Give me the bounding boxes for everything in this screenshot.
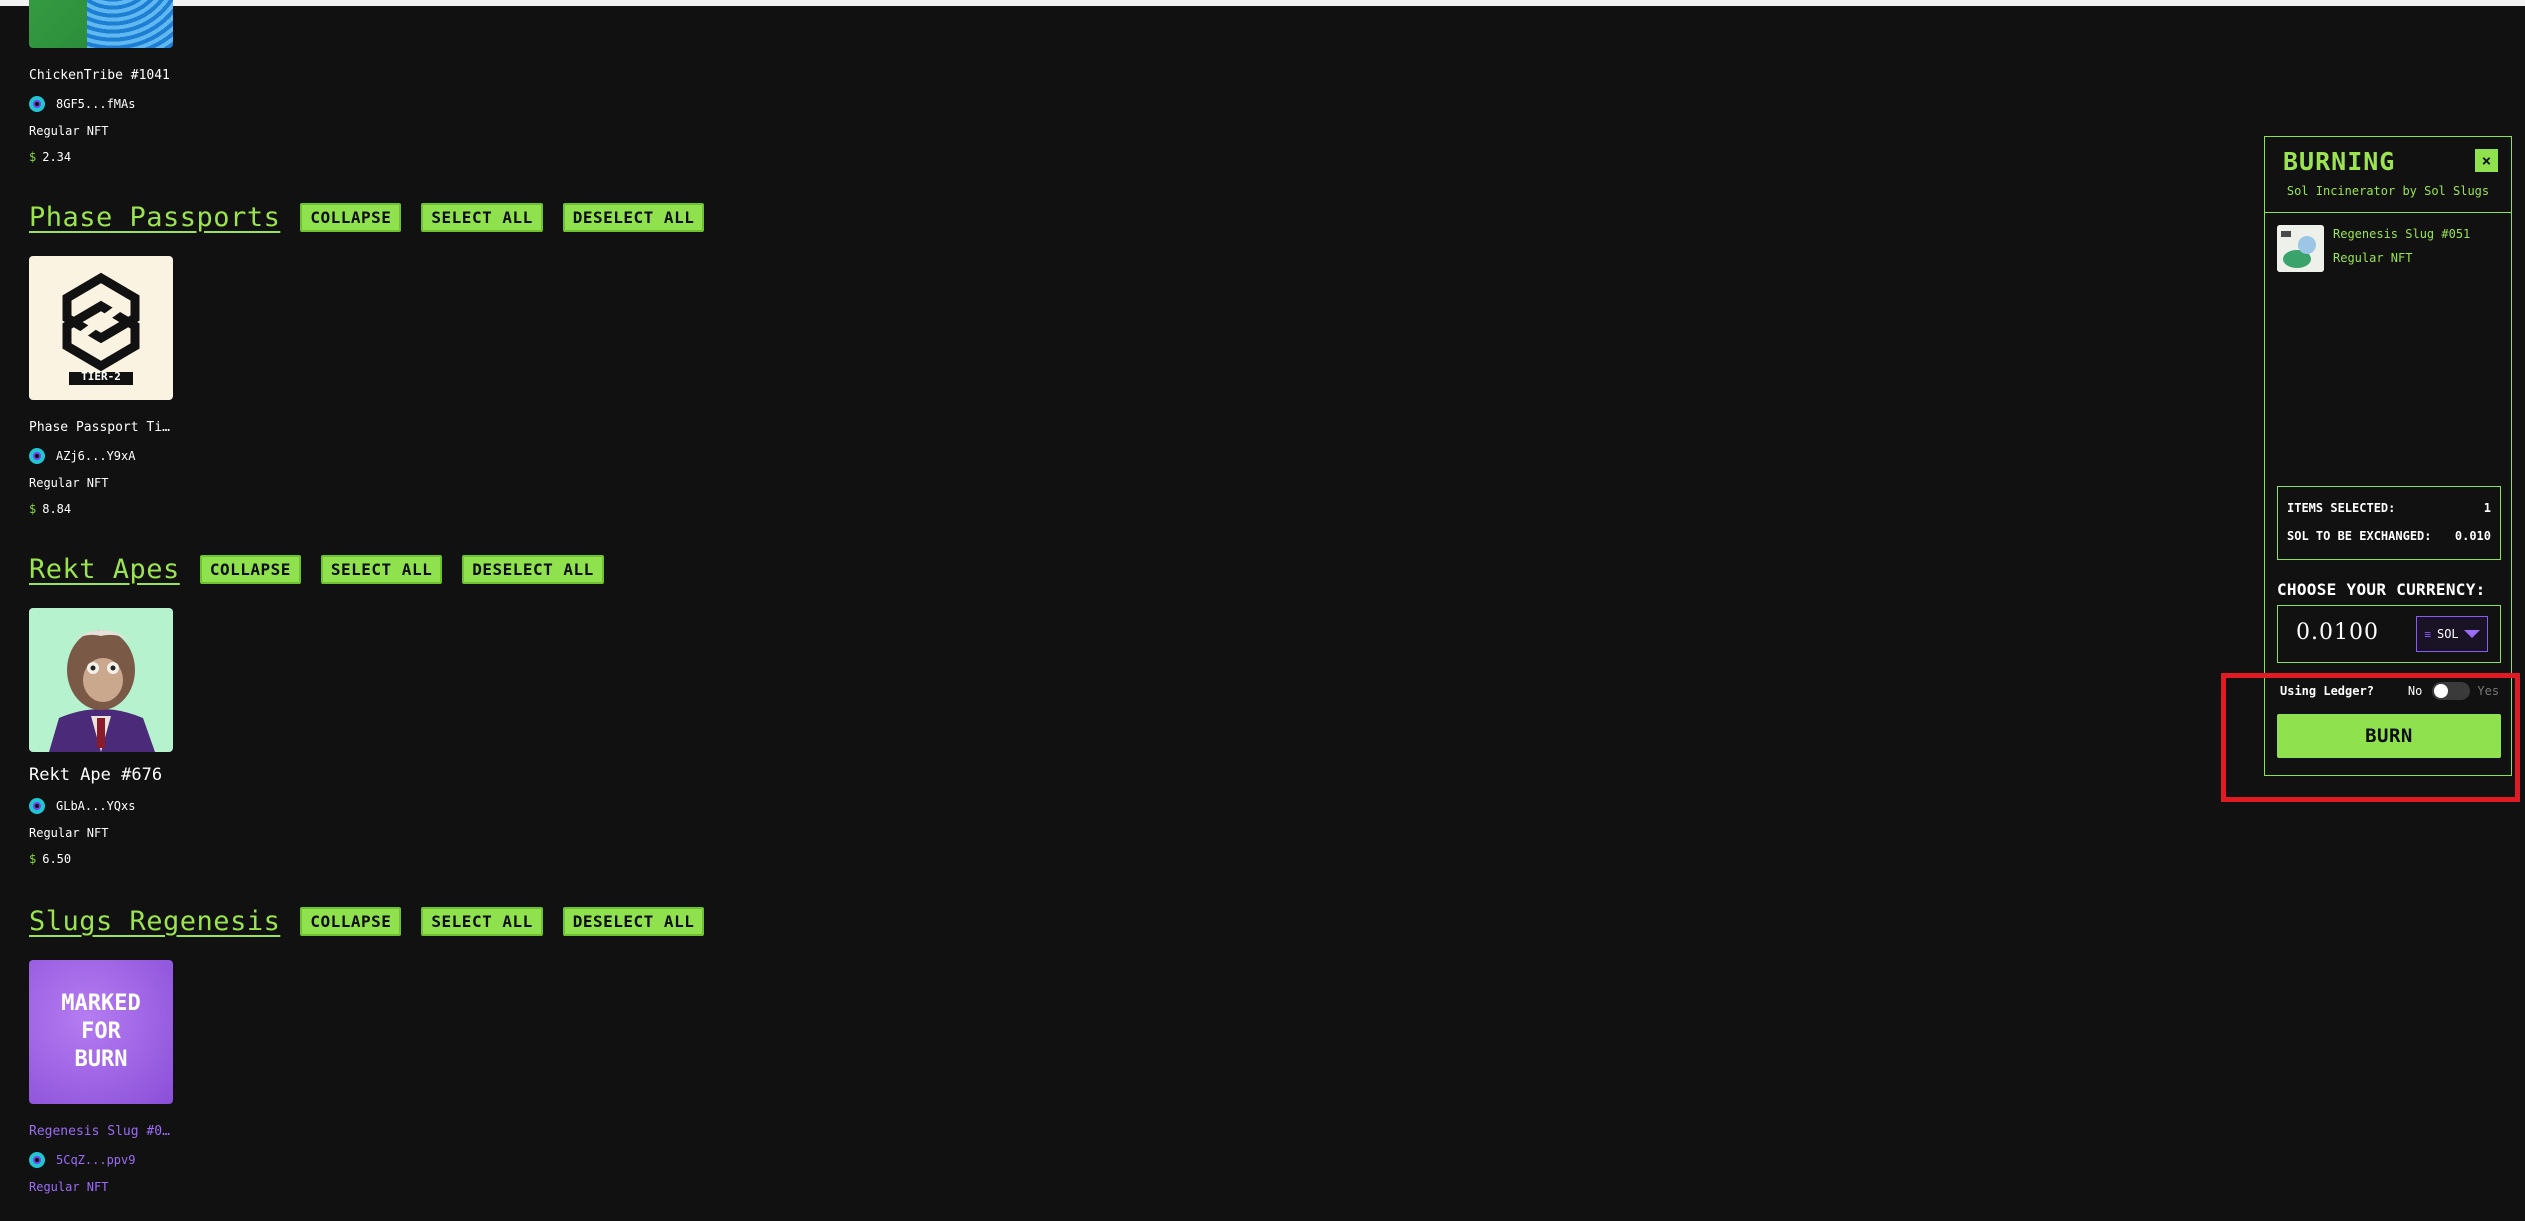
nft-address[interactable]: GLbA...YQxs (29, 798, 175, 814)
nft-card-phase-passport[interactable]: TIER-2 Phase Passport Tier… AZj6...Y9xA … (29, 256, 175, 516)
sol-amount: 0.0100 (2296, 620, 2379, 645)
nft-name: Regenesis Slug #051 (29, 1124, 175, 1139)
dollar-icon: $ (29, 150, 37, 164)
nft-price: $8.84 (29, 502, 175, 516)
collection-title[interactable]: Phase Passports (29, 202, 280, 233)
nft-type: Regular NFT (29, 476, 109, 490)
nft-address[interactable]: 8GF5...fMAs (29, 96, 175, 112)
selected-item-type: Regular NFT (2333, 251, 2413, 265)
selected-item-name: Regenesis Slug #051 (2333, 227, 2471, 241)
items-selected-value: 1 (2483, 501, 2491, 515)
deselect-all-button[interactable]: DESELECT ALL (562, 203, 705, 232)
nft-name: Phase Passport Tier… (29, 420, 175, 435)
collection-title[interactable]: Slugs Regenesis (29, 906, 280, 937)
nft-price: $2.34 (29, 150, 175, 164)
marked-line-3: BURN (74, 1047, 128, 1072)
currency-select[interactable]: ≡ SOL (2416, 616, 2488, 652)
deselect-all-button[interactable]: DESELECT ALL (462, 555, 604, 584)
browser-top-edge (0, 0, 2525, 6)
collapse-button[interactable]: COLLAPSE (199, 555, 301, 584)
panel-header: BURNING × Sol Incinerator by Sol Slugs (2265, 137, 2511, 213)
ape-portrait-icon (49, 630, 155, 752)
collapse-button[interactable]: COLLAPSE (300, 203, 402, 232)
nft-price-value: 6.50 (42, 852, 72, 866)
dollar-icon: $ (29, 502, 37, 516)
selected-item-details: Regenesis Slug #051 Regular NFT (2333, 222, 2470, 272)
select-all-button[interactable]: SELECT ALL (421, 203, 543, 232)
nft-type: Regular NFT (29, 124, 109, 138)
collapse-button[interactable]: COLLAPSE (300, 907, 402, 936)
nft-address-text: AZj6...Y9xA (56, 449, 136, 463)
select-all-button[interactable]: SELECT ALL (320, 555, 443, 584)
collection-title[interactable]: Rekt Apes (29, 554, 180, 585)
nft-price-value: 2.34 (42, 150, 72, 164)
nft-address[interactable]: AZj6...Y9xA (29, 448, 175, 464)
close-icon[interactable]: × (2475, 149, 2498, 172)
marked-line-1: MARKED (61, 991, 141, 1016)
nft-thumbnail[interactable] (29, 608, 173, 752)
nft-address-text: 5CqZ...ppv9 (56, 1153, 136, 1167)
items-selected-row: ITEMS SELECTED: 1 (2278, 501, 2500, 515)
dollar-icon: $ (29, 852, 37, 866)
tier-label: TIER-2 (81, 370, 121, 383)
selected-item-thumbnail (2277, 225, 2324, 272)
highlight-box (2221, 673, 2520, 802)
currency-box: 0.0100 ≡ SOL (2277, 605, 2501, 663)
nft-thumbnail[interactable]: TIER-2 (29, 256, 173, 400)
slug-thumbnail-icon (2277, 225, 2324, 272)
chevron-down-icon (2463, 630, 2480, 638)
explorer-icon (29, 448, 45, 464)
explorer-icon (29, 798, 45, 814)
deselect-all-button[interactable]: DESELECT ALL (562, 907, 705, 936)
collection-header-rekt-apes: Rekt Apes COLLAPSE SELECT ALL DESELECT A… (29, 554, 604, 585)
choose-currency-label: CHOOSE YOUR CURRENCY: (2277, 580, 2486, 599)
burn-summary: ITEMS SELECTED: 1 SOL TO BE EXCHANGED: 0… (2277, 486, 2501, 560)
explorer-icon (29, 96, 45, 112)
nft-name: ChickenTribe #1041 (29, 68, 170, 83)
explorer-icon (29, 1152, 45, 1168)
panel-subtitle: Sol Incinerator by Sol Slugs (2286, 184, 2490, 198)
nft-address[interactable]: 5CqZ...ppv9 (29, 1152, 175, 1168)
nft-price-value: 8.84 (42, 502, 72, 516)
collection-header-phase-passports: Phase Passports COLLAPSE SELECT ALL DESE… (29, 202, 705, 233)
solana-icon: ≡ (2424, 627, 2431, 641)
panel-title: BURNING (2283, 147, 2396, 176)
nft-card-regenesis-slug[interactable]: MARKED FOR BURN Regenesis Slug #051 5CqZ… (29, 960, 175, 1194)
nft-card-rekt-ape[interactable]: Rekt Ape #676 GLbA...YQxs Regular NFT $6… (29, 608, 175, 866)
nft-thumbnail[interactable] (29, 0, 173, 48)
items-selected-label: ITEMS SELECTED: (2287, 501, 2396, 515)
selected-item[interactable]: Regenesis Slug #051 Regular NFT (2277, 225, 2470, 272)
sol-exchanged-value: 0.010 (2454, 529, 2491, 543)
currency-select-value: SOL (2436, 627, 2459, 641)
sol-exchanged-row: SOL TO BE EXCHANGED: 0.010 (2278, 529, 2500, 543)
nft-name: Rekt Ape #676 (29, 765, 163, 785)
sol-exchanged-label: SOL TO BE EXCHANGED: (2287, 529, 2432, 543)
nft-address-text: 8GF5...fMAs (56, 97, 136, 111)
nft-address-text: GLbA...YQxs (56, 799, 136, 813)
nft-thumbnail-marked-for-burn[interactable]: MARKED FOR BURN (29, 960, 173, 1104)
collection-header-slugs-regenesis: Slugs Regenesis COLLAPSE SELECT ALL DESE… (29, 906, 705, 937)
select-all-button[interactable]: SELECT ALL (421, 907, 543, 936)
marked-line-2: FOR (81, 1019, 121, 1044)
nft-type: Regular NFT (29, 1180, 109, 1194)
nft-price: $6.50 (29, 852, 175, 866)
nft-card-chickentribe[interactable]: ChickenTribe #1041 8GF5...fMAs Regular N… (29, 0, 175, 164)
nft-type: Regular NFT (29, 826, 109, 840)
